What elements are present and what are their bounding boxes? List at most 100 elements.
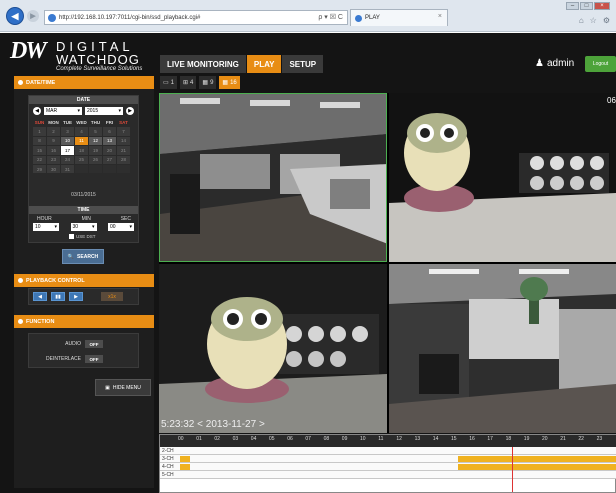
datetime-header[interactable]: DATE/TIME <box>14 76 154 89</box>
function-header[interactable]: FUNCTION <box>14 315 154 328</box>
month-select[interactable]: MAR ▾ <box>44 106 82 115</box>
timeline-channel-row[interactable]: 3-CH <box>160 455 616 463</box>
play-button[interactable]: ▶ <box>69 292 83 301</box>
calendar-day[interactable]: 1 <box>33 127 46 136</box>
camera-tile-3[interactable]: 5:23:32 < 2013-11-27 > <box>159 264 387 433</box>
hour-select[interactable]: 10 ▾ <box>33 223 59 231</box>
calendar-day[interactable]: 2 <box>47 127 60 136</box>
dst-option[interactable]: USE DST <box>69 234 96 239</box>
calendar-day[interactable]: 15 <box>33 146 46 155</box>
calendar-day[interactable]: 21 <box>117 146 130 155</box>
calendar-day[interactable]: 31 <box>61 164 74 174</box>
window-controls: – □ × <box>566 2 610 10</box>
star-icon[interactable]: ☆ <box>590 16 597 25</box>
calendar-day[interactable]: 20 <box>103 146 116 155</box>
camera-tile-2[interactable]: 06 <box>389 93 616 262</box>
min-label: MIN <box>81 216 91 222</box>
chevron-down-icon: ▾ <box>129 224 132 230</box>
timeline-hour-label: 22 <box>578 436 584 442</box>
timeline-channel-row[interactable]: 5-CH <box>160 471 616 479</box>
playback-title: PLAYBACK CONTROL <box>26 277 85 284</box>
calendar-day[interactable]: 12 <box>89 136 102 146</box>
timeline-hour-label: 21 <box>560 436 566 442</box>
timeline-cursor[interactable] <box>512 447 513 492</box>
logout-button[interactable]: Logout <box>585 56 616 72</box>
dst-checkbox[interactable] <box>69 234 74 239</box>
close-button[interactable]: × <box>594 2 610 10</box>
calendar-day[interactable]: 5 <box>89 127 102 136</box>
home-icon[interactable]: ⌂ <box>579 16 584 25</box>
timeline-channel-row[interactable]: 4-CH <box>160 463 616 471</box>
timeline-hour-label: 23 <box>596 436 603 442</box>
recording-bar <box>180 456 190 462</box>
calendar-day[interactable]: 22 <box>33 155 46 164</box>
sec-select[interactable]: 00 ▾ <box>108 223 134 231</box>
calendar-day[interactable]: 28 <box>117 155 130 164</box>
calendar-day[interactable]: 26 <box>89 155 102 164</box>
selected-date-label: 03/11/2015 <box>71 192 96 198</box>
calendar-day[interactable]: 19 <box>89 146 102 155</box>
calendar-day[interactable]: 24 <box>61 155 74 164</box>
calendar-day[interactable]: 14 <box>117 136 130 146</box>
hide-menu-button[interactable]: ▣ HIDE MENU <box>95 379 151 396</box>
calendar-day[interactable]: 4 <box>75 127 88 136</box>
camera-image-office <box>160 94 386 261</box>
timeline-hour-label: 05 <box>269 436 275 442</box>
calendar-day[interactable]: 30 <box>47 164 60 174</box>
calendar-day[interactable]: 23 <box>47 155 60 164</box>
maximize-button[interactable]: □ <box>580 2 593 10</box>
speed-indicator[interactable]: x1x <box>101 292 123 301</box>
calendar-day[interactable]: 16 <box>47 146 60 155</box>
playback-header[interactable]: PLAYBACK CONTROL <box>14 274 154 287</box>
calendar-day[interactable]: 6 <box>103 127 116 136</box>
timeline-hour-label: 16 <box>469 436 475 442</box>
calendar-day[interactable]: 3 <box>61 127 74 136</box>
calendar-day[interactable]: 9 <box>47 136 60 146</box>
calendar-day[interactable]: 29 <box>33 164 46 174</box>
min-select[interactable]: 30 ▾ <box>70 223 97 231</box>
timeline-hour-label: 09 <box>341 436 348 442</box>
timeline-channel-row[interactable]: 2-CH <box>160 447 616 455</box>
address-bar[interactable]: http://192.168.10.197:7011/cgi-bin/ssd_p… <box>44 10 348 25</box>
timeline-hour-label: 13 <box>414 436 421 442</box>
nav-setup[interactable]: SETUP <box>282 55 324 73</box>
nav-live-monitoring[interactable]: LIVE MONITORING <box>160 55 246 73</box>
rewind-button[interactable]: ◀ <box>33 292 47 301</box>
split-1-button[interactable]: ▭ 1 <box>160 76 178 89</box>
pause-button[interactable]: ▮▮ <box>51 292 65 301</box>
tab-close-icon[interactable]: × <box>438 13 442 20</box>
calendar-day[interactable]: 10 <box>61 136 74 146</box>
timeline[interactable]: 00 01 02 03 04 05 06 07 08 09 10 11 12 13 14 15 16 17 18 19… <box>159 434 616 493</box>
camera-tile-4[interactable] <box>389 264 616 433</box>
search-button[interactable]: 🔍 SEARCH <box>62 249 104 264</box>
next-month-icon[interactable]: ▶ <box>126 106 134 115</box>
hide-menu-icon: ▣ <box>105 384 110 391</box>
calendar-day[interactable]: 8 <box>33 136 46 146</box>
deinterlace-toggle[interactable]: OFF <box>85 355 103 363</box>
audio-toggle[interactable]: OFF <box>85 340 103 348</box>
calendar-day-today[interactable]: 17 <box>61 146 74 155</box>
split-4-button[interactable]: ⊞ 4 <box>180 76 197 89</box>
timeline-hour-label: 14 <box>432 436 439 442</box>
address-controls[interactable]: ρ ▾ ☒ C <box>318 13 343 21</box>
calendar-day[interactable]: 13 <box>103 136 116 146</box>
split-16-button[interactable]: ▦ 16 <box>219 76 240 89</box>
calendar-nav: ◀ MAR ▾ 2015 ▾ ▶ <box>33 106 134 115</box>
nav-play[interactable]: PLAY <box>246 55 282 73</box>
calendar-day-selected[interactable]: 11 <box>75 136 88 146</box>
logout-label: Logout <box>592 61 609 67</box>
gear-icon[interactable]: ⚙ <box>603 16 610 25</box>
calendar-day[interactable]: 7 <box>117 127 130 136</box>
minimize-button[interactable]: – <box>566 2 579 10</box>
year-select[interactable]: 2015 ▾ <box>85 106 123 115</box>
camera-tile-1[interactable] <box>159 93 387 262</box>
forward-button[interactable]: ▶ <box>27 10 39 22</box>
back-button[interactable]: ◀ <box>6 7 24 25</box>
user-info: ♟ admin <box>535 58 574 69</box>
calendar-day[interactable]: 18 <box>75 146 88 155</box>
prev-month-icon[interactable]: ◀ <box>33 106 41 115</box>
browser-tab[interactable]: PLAY × <box>350 9 448 26</box>
calendar-day[interactable]: 25 <box>75 155 88 164</box>
split-9-button[interactable]: ▦ 9 <box>199 76 217 89</box>
calendar-day[interactable]: 27 <box>103 155 116 164</box>
